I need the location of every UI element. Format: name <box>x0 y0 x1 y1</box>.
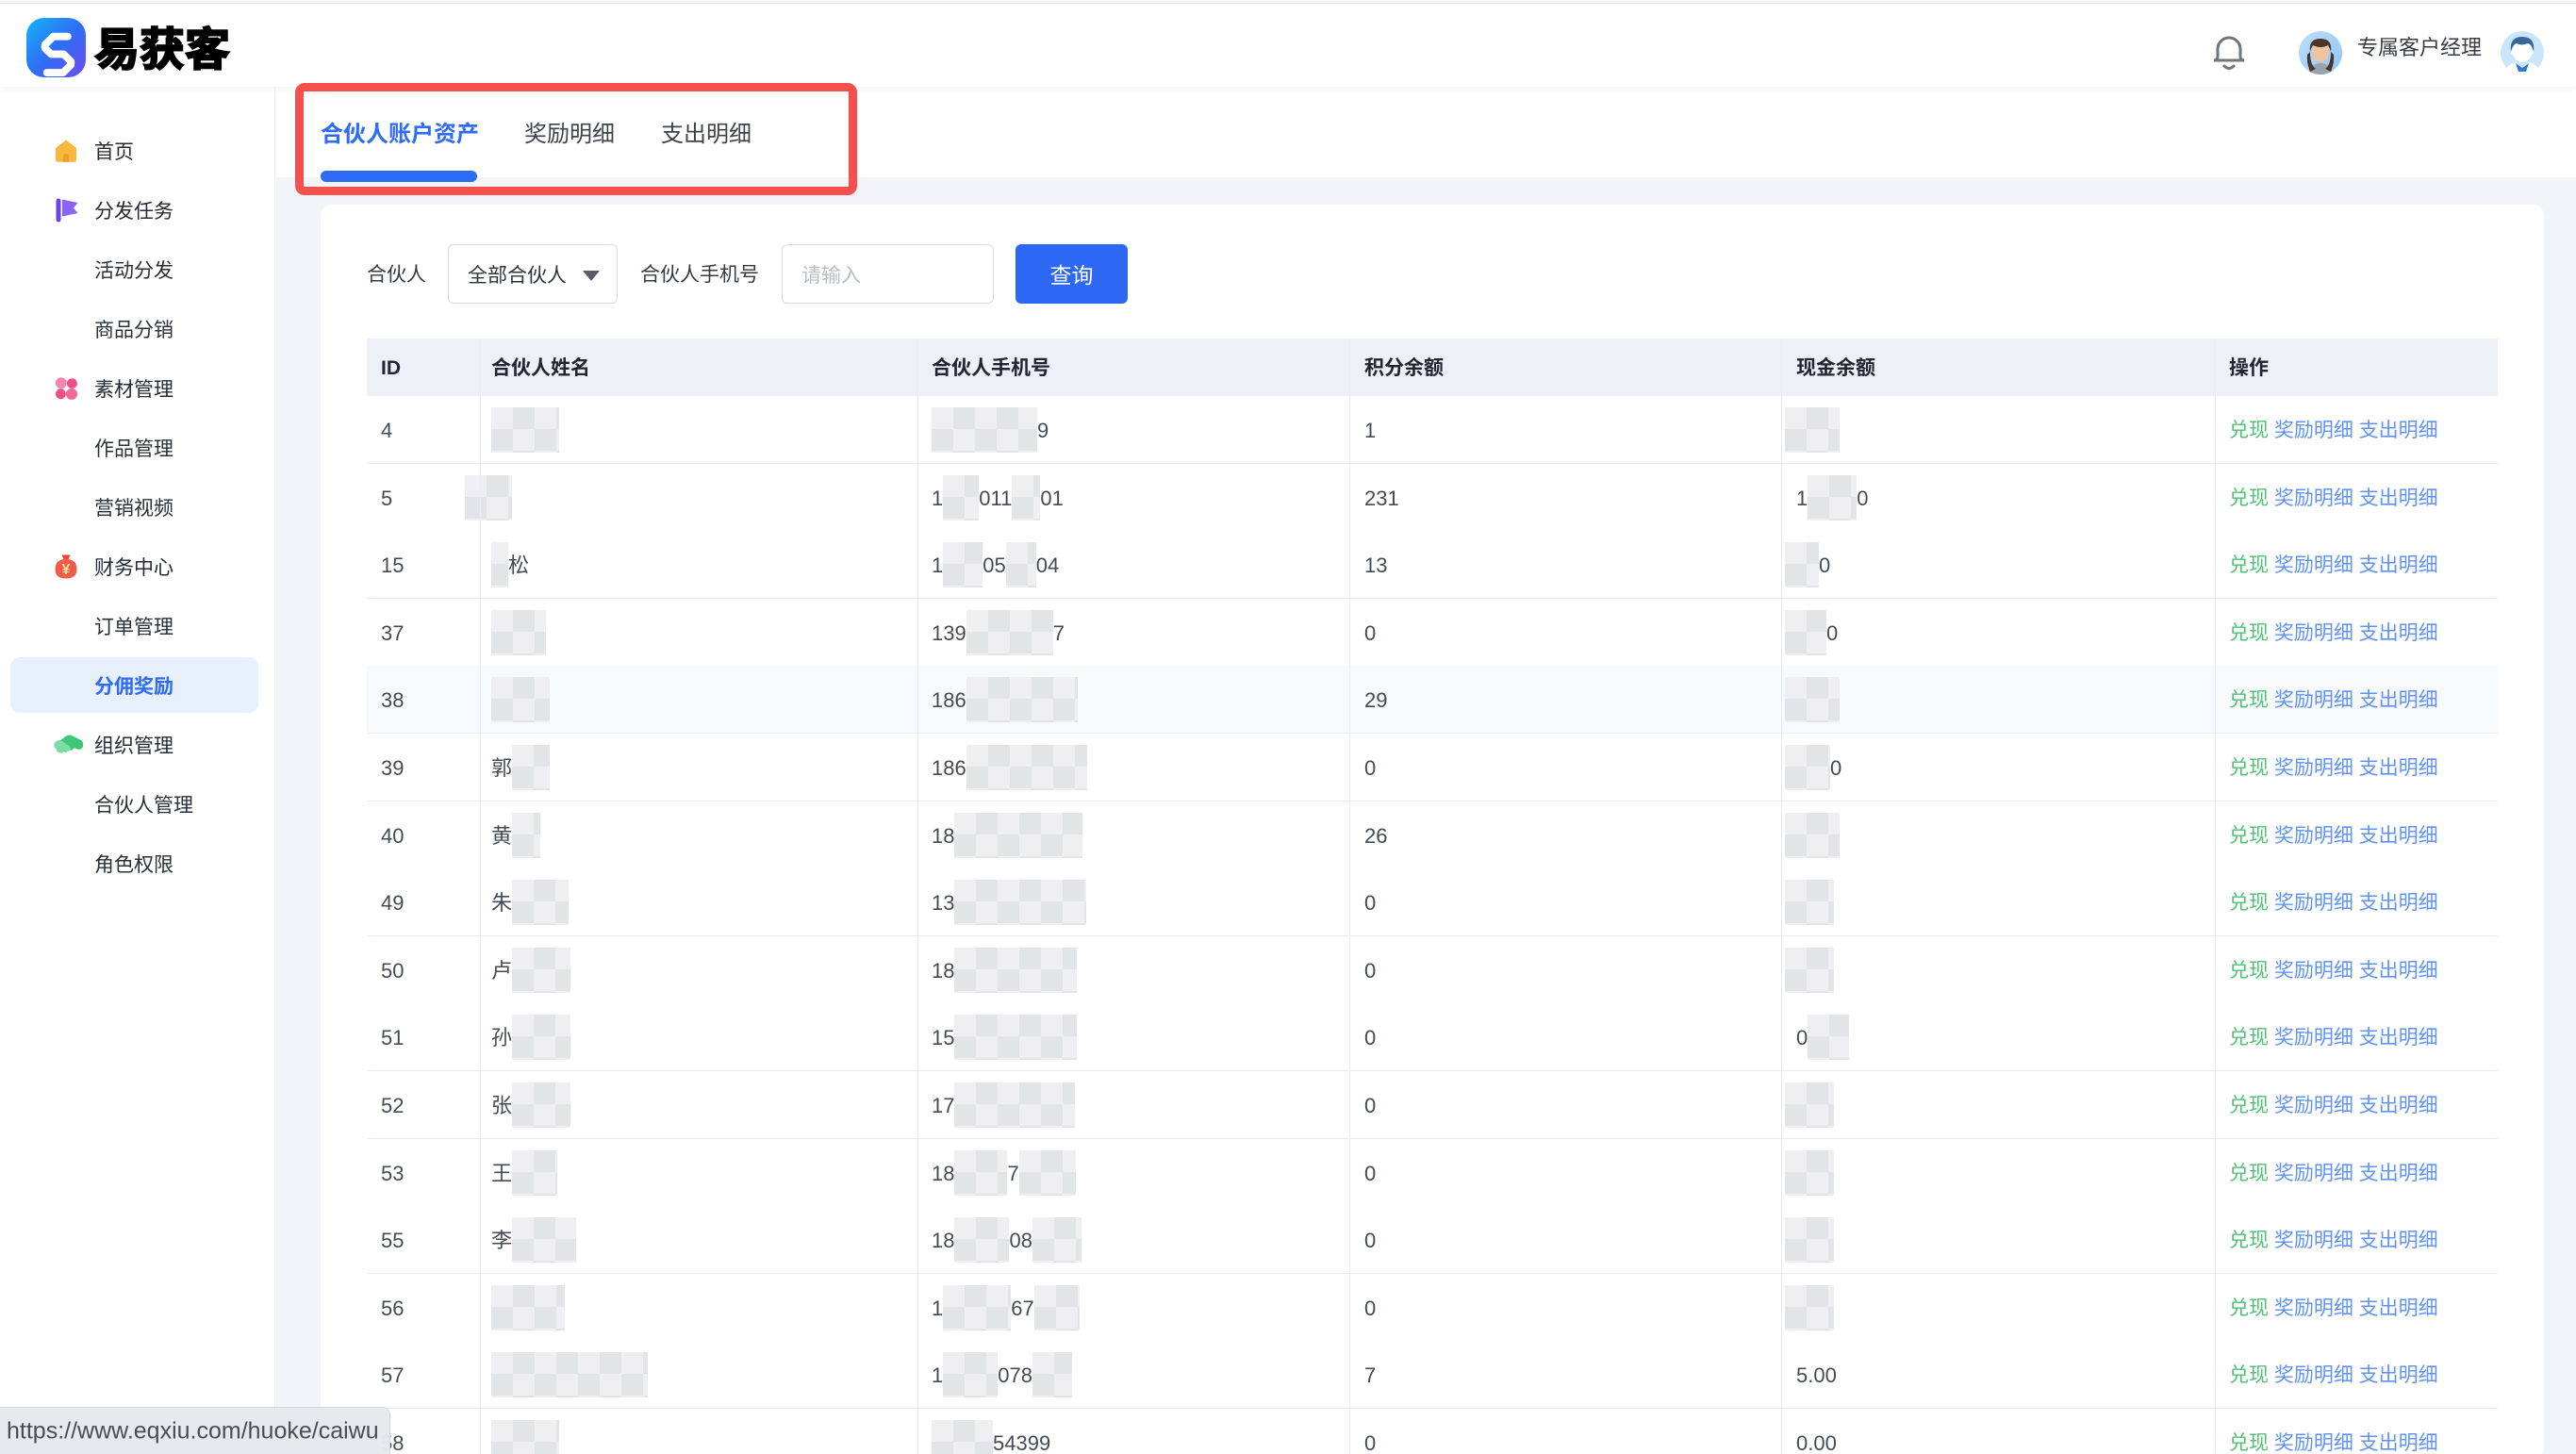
svg-text:¥: ¥ <box>62 556 71 579</box>
